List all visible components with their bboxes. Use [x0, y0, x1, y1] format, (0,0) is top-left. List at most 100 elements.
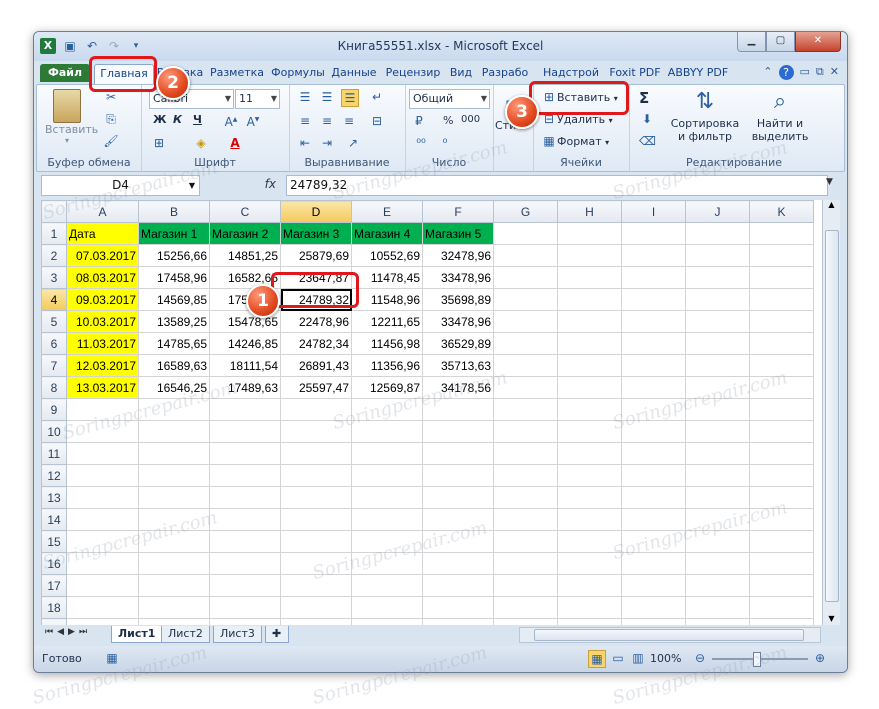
zoom-out-icon[interactable]: ⊖: [692, 650, 708, 666]
cell-h9[interactable]: [557, 398, 622, 421]
cell-d8[interactable]: 25597,47: [280, 376, 352, 399]
cell-f11[interactable]: [422, 442, 494, 465]
cell-a3[interactable]: 08.03.2017: [66, 266, 139, 289]
cell-h16[interactable]: [557, 552, 622, 575]
cell-e18[interactable]: [351, 596, 423, 619]
cell-f2[interactable]: 32478,96: [422, 244, 494, 267]
merge-center-icon[interactable]: ⊟: [369, 113, 385, 129]
cell-i11[interactable]: [621, 442, 686, 465]
align-right-icon[interactable]: ≡: [341, 113, 357, 129]
row-header[interactable]: 11: [41, 442, 67, 465]
expand-formula-bar-icon[interactable]: ▼: [826, 177, 833, 187]
cell-a13[interactable]: [66, 486, 139, 509]
cell-a4[interactable]: 09.03.2017: [66, 288, 139, 311]
cell-j18[interactable]: [685, 596, 750, 619]
row-header[interactable]: 2: [41, 244, 67, 267]
cell-c19[interactable]: [209, 618, 281, 625]
cell-k14[interactable]: [749, 508, 814, 531]
cell-k3[interactable]: [749, 266, 814, 289]
cell-b3[interactable]: 17458,96: [138, 266, 210, 289]
column-header-k[interactable]: K: [749, 200, 814, 223]
cell-e4[interactable]: 11548,96: [351, 288, 423, 311]
cell-i19[interactable]: [621, 618, 686, 625]
cell-j5[interactable]: [685, 310, 750, 333]
cell-d7[interactable]: 26891,43: [280, 354, 352, 377]
increase-indent-icon[interactable]: ⇥: [319, 135, 335, 151]
cell-f14[interactable]: [422, 508, 494, 531]
cell-d6[interactable]: 24782,34: [280, 332, 352, 355]
currency-icon[interactable]: ₽: [411, 113, 427, 129]
cell-f19[interactable]: [422, 618, 494, 625]
tab-abbyy-pdf[interactable]: ABBYY PDF: [667, 64, 729, 82]
row-header[interactable]: 1: [41, 222, 67, 245]
tab-page-layout[interactable]: Разметка: [208, 64, 266, 82]
increase-decimal-icon[interactable]: ⁰⁰: [413, 135, 429, 151]
cell-g1[interactable]: [493, 222, 558, 245]
cell-d1[interactable]: Магазин 3: [280, 222, 352, 245]
cell-a18[interactable]: [66, 596, 139, 619]
cell-f9[interactable]: [422, 398, 494, 421]
cell-g9[interactable]: [493, 398, 558, 421]
cell-k4[interactable]: [749, 288, 814, 311]
cell-b8[interactable]: 16546,25: [138, 376, 210, 399]
cell-e6[interactable]: 11456,98: [351, 332, 423, 355]
align-bottom-icon[interactable]: ☰: [341, 89, 359, 107]
cell-h12[interactable]: [557, 464, 622, 487]
zoom-in-icon[interactable]: ⊕: [812, 650, 828, 666]
column-header-i[interactable]: I: [621, 200, 686, 223]
column-header-e[interactable]: E: [351, 200, 423, 223]
cell-k10[interactable]: [749, 420, 814, 443]
cell-j8[interactable]: [685, 376, 750, 399]
cell-i7[interactable]: [621, 354, 686, 377]
percent-button[interactable]: %: [443, 114, 453, 127]
cell-h1[interactable]: [557, 222, 622, 245]
cell-h17[interactable]: [557, 574, 622, 597]
cell-e14[interactable]: [351, 508, 423, 531]
window-restore-icon[interactable]: ⧉: [816, 65, 824, 80]
tab-data[interactable]: Данные: [330, 64, 378, 82]
macro-record-icon[interactable]: ▦: [104, 650, 120, 666]
restore-icon[interactable]: ▭: [800, 65, 810, 80]
cell-i2[interactable]: [621, 244, 686, 267]
cell-j14[interactable]: [685, 508, 750, 531]
cell-f13[interactable]: [422, 486, 494, 509]
cell-g3[interactable]: [493, 266, 558, 289]
cell-i15[interactable]: [621, 530, 686, 553]
cell-a1[interactable]: Дата: [66, 222, 139, 245]
cell-g14[interactable]: [493, 508, 558, 531]
cell-i8[interactable]: [621, 376, 686, 399]
cell-e16[interactable]: [351, 552, 423, 575]
cell-f8[interactable]: 34178,56: [422, 376, 494, 399]
cell-b11[interactable]: [138, 442, 210, 465]
column-header-c[interactable]: C: [209, 200, 281, 223]
sheet-tab-2[interactable]: Лист2: [161, 626, 210, 643]
cell-a16[interactable]: [66, 552, 139, 575]
cell-h8[interactable]: [557, 376, 622, 399]
cell-c17[interactable]: [209, 574, 281, 597]
cell-g6[interactable]: [493, 332, 558, 355]
cell-d17[interactable]: [280, 574, 352, 597]
row-header[interactable]: 5: [41, 310, 67, 333]
tab-formulas[interactable]: Формулы: [270, 64, 326, 82]
cell-c14[interactable]: [209, 508, 281, 531]
cell-b15[interactable]: [138, 530, 210, 553]
cell-h11[interactable]: [557, 442, 622, 465]
cell-e15[interactable]: [351, 530, 423, 553]
cell-j7[interactable]: [685, 354, 750, 377]
cell-g16[interactable]: [493, 552, 558, 575]
cell-b13[interactable]: [138, 486, 210, 509]
cell-d5[interactable]: 22478,96: [280, 310, 352, 333]
cell-d11[interactable]: [280, 442, 352, 465]
cell-f16[interactable]: [422, 552, 494, 575]
font-size-combo[interactable]: 11 ▼: [235, 89, 280, 109]
cell-f5[interactable]: 33478,96: [422, 310, 494, 333]
cell-c11[interactable]: [209, 442, 281, 465]
cell-k8[interactable]: [749, 376, 814, 399]
cell-d12[interactable]: [280, 464, 352, 487]
vertical-scrollbar[interactable]: ▲ ▼: [822, 200, 840, 625]
column-header-a[interactable]: A: [66, 200, 139, 223]
number-format-combo[interactable]: Общий ▼: [409, 89, 490, 109]
cell-b1[interactable]: Магазин 1: [138, 222, 210, 245]
cell-h7[interactable]: [557, 354, 622, 377]
cell-e13[interactable]: [351, 486, 423, 509]
